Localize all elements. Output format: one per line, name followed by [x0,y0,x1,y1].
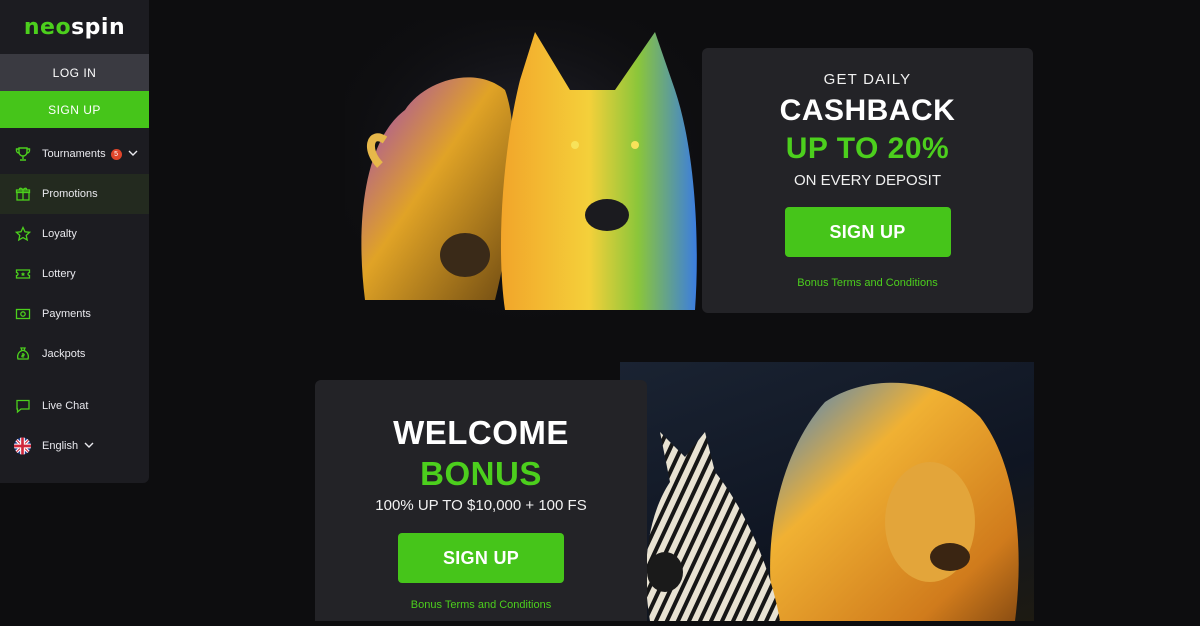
tournaments-count-badge: 5 [110,148,122,160]
chevron-down-icon[interactable] [128,148,138,160]
ticket-icon [14,266,31,283]
sidebar-item-label: Lottery [42,268,76,280]
welcome-bonus-card: WELCOME BONUS 100% UP TO $10,000 + 100 F… [315,380,647,621]
trophy-icon [14,146,31,163]
sidebar-item-lottery[interactable]: Lottery [0,254,149,294]
sidebar-item-label: Jackpots [42,348,86,360]
sidebar-item-loyalty[interactable]: Loyalty [0,214,149,254]
promo-headline: CASHBACK [779,94,956,127]
sidebar-signup-button[interactable]: SIGN UP [0,91,149,128]
sidebar-item-live-chat[interactable]: Live Chat [0,386,149,426]
sidebar-item-label: Tournaments [42,148,106,160]
sidebar-item-tournaments[interactable]: Tournaments 5 [0,134,149,174]
bison-wolf-artwork [345,20,707,320]
language-label: English [42,440,79,452]
logo-text-neo: neo [23,14,72,40]
promo-subtext: ON EVERY DEPOSIT [794,172,941,189]
promo-headline-small: GET DAILY [823,71,912,88]
promo-highlight: BONUS [420,455,542,492]
sidebar-item-label: Payments [42,308,91,320]
cashback-terms-link[interactable]: Bonus Terms and Conditions [702,277,1033,289]
language-selector[interactable]: English [0,426,149,466]
sidebar-nav: Tournaments 5 Promotions Loyalty Lottery [0,134,149,466]
sidebar-item-label: Promotions [42,188,98,200]
welcome-terms-link[interactable]: Bonus Terms and Conditions [315,599,647,611]
sidebar: neo spin LOG IN SIGN UP Tournaments 5 Pro… [0,0,149,483]
sidebar-item-jackpots[interactable]: Jackpots [0,334,149,374]
promo-headline: WELCOME [393,414,569,451]
login-button[interactable]: LOG IN [0,54,149,91]
sidebar-item-payments[interactable]: Payments [0,294,149,334]
gift-icon [14,186,31,203]
neospin-logo[interactable]: neo spin [0,0,149,54]
chat-icon [14,398,31,415]
money-bag-icon [14,346,31,363]
sidebar-item-promotions[interactable]: Promotions [0,174,149,214]
cashback-promo-card: GET DAILY CASHBACK UP TO 20% ON EVERY DE… [702,48,1033,313]
uk-flag-icon [14,437,31,455]
chevron-down-icon [84,440,94,452]
promo-highlight: UP TO 20% [785,132,950,165]
sidebar-item-label: Live Chat [42,400,89,412]
zebra-lion-artwork [620,362,1034,621]
promo-subtext: 100% UP TO $10,000 + 100 FS [375,497,587,514]
cashback-signup-button[interactable]: SIGN UP [784,207,951,257]
welcome-signup-button[interactable]: SIGN UP [398,533,564,583]
star-icon [14,226,31,243]
sidebar-item-label: Loyalty [42,228,77,240]
logo-text-spin: spin [71,14,126,40]
cash-icon [14,306,31,323]
